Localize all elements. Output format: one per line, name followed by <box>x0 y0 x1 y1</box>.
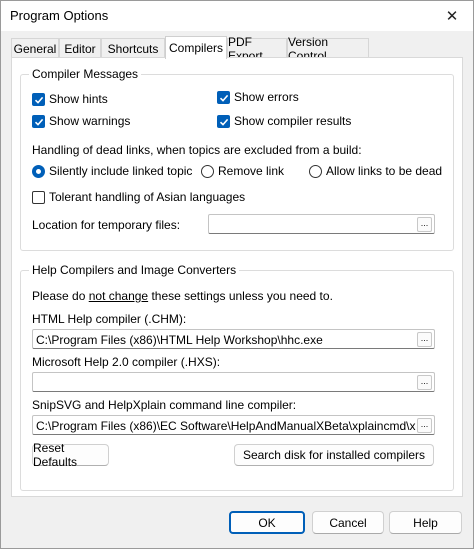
settings-notice: Please do not change these settings unle… <box>32 289 333 303</box>
temp-files-input[interactable]: ... <box>208 214 435 234</box>
snipsvg-compiler-label: SnipSVG and HelpXplain command line comp… <box>32 398 297 412</box>
window-title: Program Options <box>10 8 109 23</box>
silently-include-radio[interactable] <box>32 165 45 178</box>
check-icon <box>34 118 43 126</box>
notice-text-emphasis: not change <box>88 289 149 303</box>
tab-shortcuts[interactable]: Shortcuts <box>101 38 165 58</box>
compiler-messages-title: Compiler Messages <box>29 67 142 81</box>
check-icon <box>219 118 228 126</box>
ok-button[interactable]: OK <box>229 511 305 534</box>
show-hints-label: Show hints <box>49 92 108 106</box>
compilers-tab-panel: Compiler Messages Show hints Show errors… <box>11 57 463 497</box>
show-compiler-results-label: Show compiler results <box>234 114 352 128</box>
notice-text-end: these settings unless you need to. <box>148 289 333 303</box>
check-icon <box>219 94 228 102</box>
tab-general[interactable]: General <box>11 38 59 58</box>
show-errors-checkbox[interactable] <box>217 91 230 104</box>
compiler-messages-group: Compiler Messages Show hints Show errors… <box>20 67 454 251</box>
close-icon[interactable]: ✕ <box>431 1 473 31</box>
allow-dead-links-radio[interactable] <box>309 165 322 178</box>
notice-text-start: Please do <box>32 289 89 303</box>
remove-link-label: Remove link <box>218 164 285 178</box>
tab-editor[interactable]: Editor <box>59 38 101 58</box>
snipsvg-compiler-value: C:\Program Files (x86)\EC Software\HelpA… <box>36 419 416 433</box>
tab-compilers[interactable]: Compilers <box>165 36 227 59</box>
hxs-browse-button[interactable]: ... <box>417 375 432 390</box>
program-options-dialog: Program Options ✕ General Editor Shortcu… <box>0 0 474 549</box>
temp-files-label: Location for temporary files: <box>32 218 181 232</box>
reset-defaults-button[interactable]: Reset Defaults <box>32 441 109 469</box>
help-button[interactable]: Help <box>389 511 462 534</box>
help-compilers-group: Help Compilers and Image Converters Plea… <box>20 263 454 491</box>
hxs-compiler-label: Microsoft Help 2.0 compiler (.HXS): <box>32 355 221 369</box>
hxs-compiler-input[interactable]: ... <box>32 372 435 392</box>
chm-browse-button[interactable]: ... <box>417 332 432 347</box>
allow-dead-links-label: Allow links to be dead <box>326 164 443 178</box>
title-bar: Program Options ✕ <box>1 1 473 31</box>
check-icon <box>34 96 43 104</box>
show-warnings-checkbox[interactable] <box>32 115 45 128</box>
temp-files-browse-button[interactable]: ... <box>417 217 432 232</box>
dead-links-label: Handling of dead links, when topics are … <box>32 143 362 157</box>
show-warnings-label: Show warnings <box>49 114 131 128</box>
tab-pdf-export[interactable]: PDF Export <box>227 35 287 63</box>
tolerant-asian-label: Tolerant handling of Asian languages <box>49 190 246 204</box>
tab-strip: General Editor Shortcuts Compilers PDF E… <box>11 35 471 63</box>
silently-include-label: Silently include linked topic <box>49 164 193 178</box>
snipsvg-compiler-input[interactable]: C:\Program Files (x86)\EC Software\HelpA… <box>32 415 435 435</box>
search-disk-button[interactable]: Search disk for installed compilers <box>234 444 434 466</box>
snipsvg-browse-button[interactable]: ... <box>417 418 432 433</box>
chm-compiler-label: HTML Help compiler (.CHM): <box>32 312 187 326</box>
chm-compiler-value: C:\Program Files (x86)\HTML Help Worksho… <box>36 333 323 347</box>
show-errors-label: Show errors <box>234 90 299 104</box>
cancel-button[interactable]: Cancel <box>312 511 384 534</box>
remove-link-radio[interactable] <box>201 165 214 178</box>
tolerant-asian-checkbox[interactable] <box>32 191 45 204</box>
help-compilers-title: Help Compilers and Image Converters <box>29 263 240 277</box>
tab-version-control[interactable]: Version Control <box>287 35 369 63</box>
show-hints-checkbox[interactable] <box>32 93 45 106</box>
chm-compiler-input[interactable]: C:\Program Files (x86)\HTML Help Worksho… <box>32 329 435 349</box>
show-compiler-results-checkbox[interactable] <box>217 115 230 128</box>
